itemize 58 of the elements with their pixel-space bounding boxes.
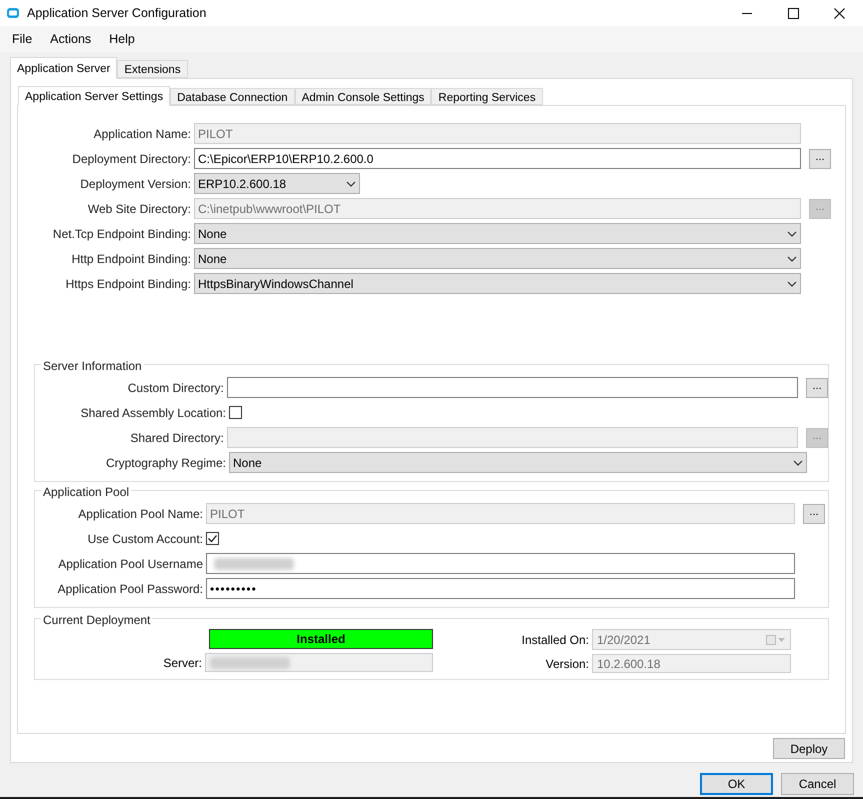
chevron-down-icon <box>787 280 797 286</box>
text-field[interactable] <box>206 553 795 574</box>
status-bar: Installed <box>209 629 433 649</box>
password-field[interactable]: ••••••••• <box>206 578 795 599</box>
text-field[interactable]: C:\Epicor\ERP10\ERP10.2.600.0 <box>194 148 801 169</box>
dropdown[interactable]: HttpsBinaryWindowsChannel <box>194 273 801 294</box>
field-label: Version: <box>544 656 590 672</box>
field-label: Shared Assembly Location: <box>80 404 227 422</box>
menu-item[interactable]: File <box>3 30 42 48</box>
field-label: Deployment Version: <box>79 176 192 192</box>
checkmark-icon <box>207 533 218 544</box>
checkbox[interactable] <box>229 406 242 419</box>
field-label: Web Site Directory: <box>86 200 192 218</box>
tab[interactable]: Application Server Settings <box>18 86 170 106</box>
ok-button[interactable]: OK <box>700 773 773 795</box>
field-label: Installed On: <box>520 632 590 648</box>
field-label: Application Pool Name: <box>77 506 204 522</box>
tab[interactable]: Application Server <box>10 57 118 79</box>
checkbox[interactable] <box>206 532 219 545</box>
field-label: Net.Tcp Endpoint Binding: <box>52 226 192 242</box>
window-title: Application Server Configuration <box>27 4 206 22</box>
menu-item[interactable]: Help <box>100 30 144 48</box>
app-icon <box>6 7 20 19</box>
tab[interactable]: Extensions <box>117 60 188 78</box>
deploy-button[interactable]: Deploy <box>773 738 845 759</box>
dropdown[interactable]: ERP10.2.600.18 <box>194 173 360 194</box>
field-label: Cryptography Regime: <box>104 454 227 472</box>
field-label: Deployment Directory: <box>71 150 192 168</box>
text-field[interactable] <box>226 377 798 398</box>
chevron-down-icon <box>787 256 797 262</box>
field-label: Application Pool Password: <box>56 580 204 598</box>
text-field[interactable] <box>205 653 433 672</box>
dropdown[interactable]: None <box>194 223 801 244</box>
field-label: Application Pool Username <box>57 556 204 572</box>
date-picker[interactable]: 1/20/2021 <box>592 629 791 650</box>
menu-item[interactable]: Actions <box>41 30 100 48</box>
dropdown[interactable]: None <box>194 248 801 269</box>
chevron-down-icon <box>787 230 797 236</box>
calendar-icon <box>766 634 786 644</box>
field-label: Https Endpoint Binding: <box>64 276 192 292</box>
tab[interactable]: Database Connection <box>170 88 295 105</box>
field-label: Custom Directory: <box>126 380 225 396</box>
chevron-down-icon <box>793 460 803 466</box>
field-label: Shared Directory: <box>129 430 225 446</box>
field-label: Use Custom Account: <box>86 530 204 548</box>
close-icon[interactable] <box>834 8 845 18</box>
dropdown[interactable]: None <box>229 452 807 473</box>
maximize-icon[interactable] <box>788 8 799 18</box>
chevron-down-icon <box>346 180 356 186</box>
field-label: Http Endpoint Binding: <box>70 250 192 268</box>
browse-button[interactable]: ... <box>806 378 828 398</box>
field-label: Server: <box>162 654 203 672</box>
cancel-button[interactable]: Cancel <box>781 773 854 795</box>
field-label: Application Name: <box>92 126 192 142</box>
tab[interactable]: Admin Console Settings <box>294 88 432 105</box>
tab[interactable]: Reporting Services <box>431 88 543 105</box>
text-field[interactable]: 10.2.600.18 <box>592 654 791 673</box>
browse-button[interactable]: ... <box>809 148 831 168</box>
